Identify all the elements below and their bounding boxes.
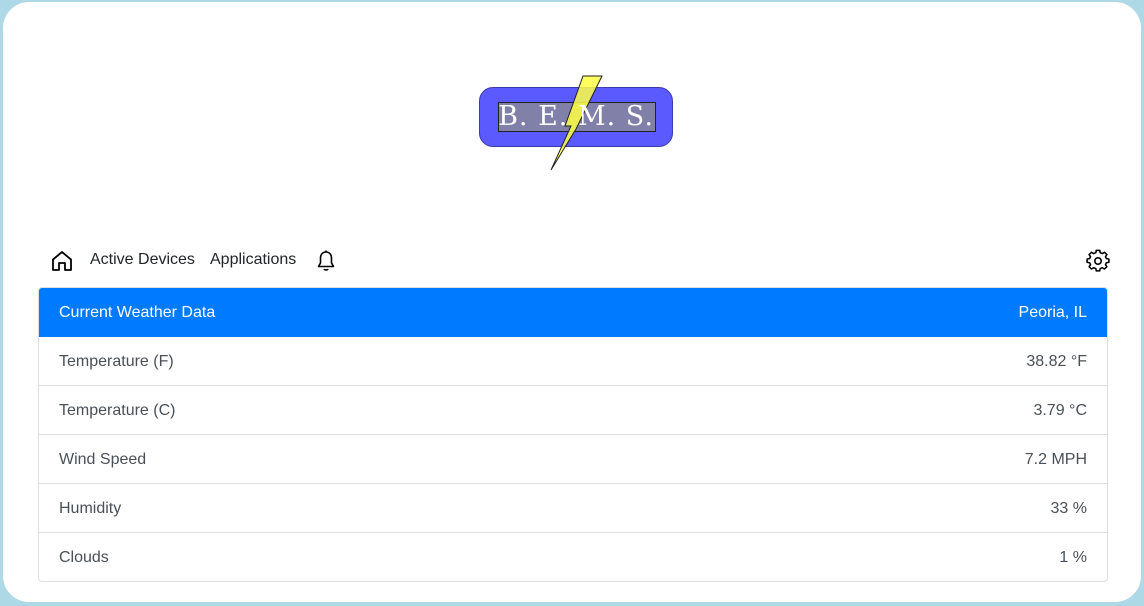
nav-link-active-devices[interactable]: Active Devices (90, 250, 195, 270)
row-label: Temperature (F) (59, 353, 174, 370)
weather-table: Current Weather Data Peoria, IL Temperat… (38, 287, 1108, 582)
row-value: 33 % (1050, 500, 1087, 517)
logo-text: B. E. M. S. (498, 101, 654, 132)
gear-icon[interactable] (1086, 249, 1110, 273)
main-card: B. E. M. S. Active Devices Applications … (3, 2, 1141, 602)
weather-header-location: Peoria, IL (1018, 304, 1087, 321)
weather-header-title: Current Weather Data (59, 304, 216, 321)
row-label: Wind Speed (59, 451, 147, 468)
table-row: Temperature (F) 38.82 °F (39, 337, 1107, 386)
bems-logo: B. E. M. S. (479, 74, 675, 174)
bell-icon[interactable] (314, 249, 338, 273)
row-label: Temperature (C) (59, 402, 176, 419)
table-row: Temperature (C) 3.79 °C (39, 386, 1107, 435)
table-row: Humidity 33 % (39, 484, 1107, 533)
weather-table-header: Current Weather Data Peoria, IL (39, 288, 1107, 337)
top-nav: Active Devices Applications (47, 246, 1113, 276)
row-label: Humidity (59, 500, 122, 517)
row-label: Clouds (59, 549, 109, 566)
row-value: 3.79 °C (1033, 402, 1087, 419)
row-value: 38.82 °F (1026, 353, 1087, 370)
table-row: Wind Speed 7.2 MPH (39, 435, 1107, 484)
row-value: 7.2 MPH (1024, 451, 1087, 468)
home-icon[interactable] (50, 249, 74, 273)
table-row: Clouds 1 % (39, 533, 1107, 581)
nav-link-applications[interactable]: Applications (210, 250, 296, 270)
row-value: 1 % (1059, 549, 1087, 566)
